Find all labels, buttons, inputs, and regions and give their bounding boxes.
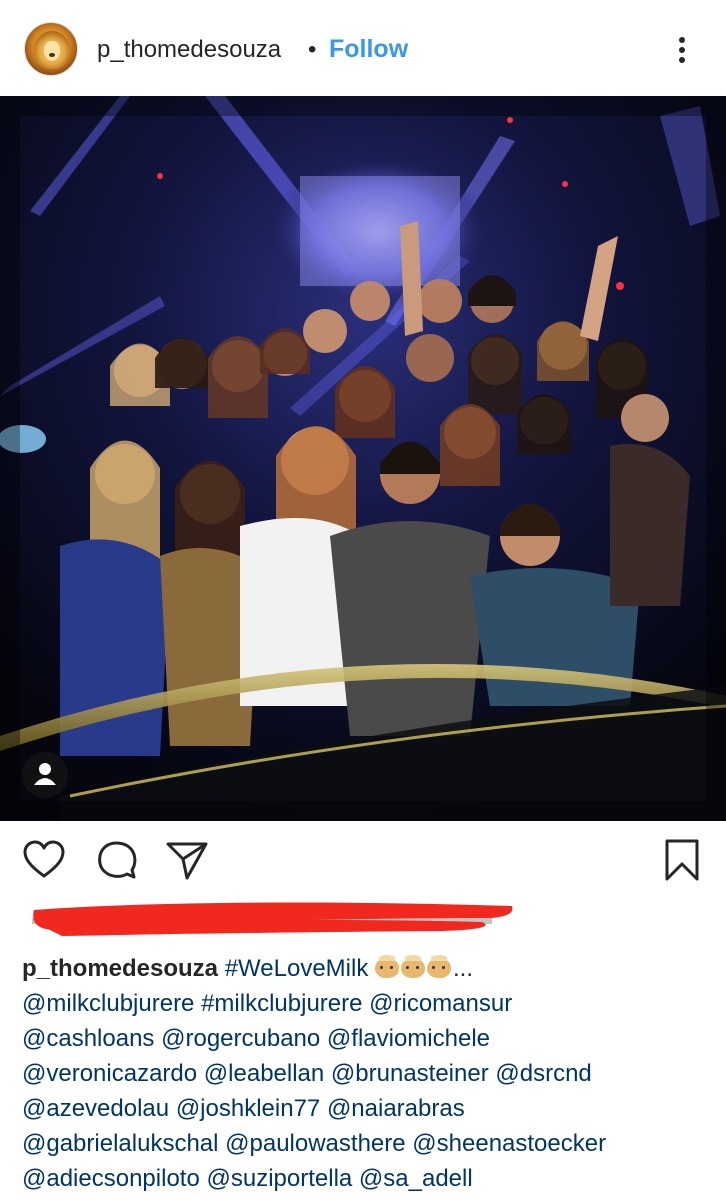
- caption-line: @adiecsonpiloto @suziportella @sa_adell: [22, 1161, 712, 1196]
- caption-line-1: p_thomedesouza #WeLoveMilk ...: [22, 951, 712, 986]
- mention-link[interactable]: @leabellan: [204, 1060, 324, 1087]
- mention-link[interactable]: @naiarabras: [327, 1095, 465, 1122]
- post-caption: p_thomedesouza #WeLoveMilk ... @milkclub…: [22, 951, 712, 1196]
- caption-line: @gabrielalukschal @paulowasthere @sheena…: [22, 1126, 712, 1161]
- more-vertical-icon[interactable]: [672, 36, 692, 64]
- post-username[interactable]: p_thomedesouza: [97, 36, 281, 64]
- mention-link[interactable]: @milkclubjurere: [22, 990, 194, 1017]
- avatar[interactable]: [24, 22, 78, 76]
- caption-line: @milkclubjurere #milkclubjurere @ricoman…: [22, 986, 712, 1021]
- cow-face-emoji: [427, 955, 451, 978]
- caption-username[interactable]: p_thomedesouza: [22, 955, 218, 982]
- post-photo[interactable]: [0, 96, 726, 821]
- mention-link[interactable]: @sa_adell: [359, 1165, 473, 1192]
- mention-link[interactable]: @paulowasthere: [225, 1130, 405, 1157]
- mention-link[interactable]: @flaviomichele: [327, 1025, 490, 1052]
- action-bar: [0, 821, 726, 901]
- caption-hashtag[interactable]: #WeLoveMilk: [225, 955, 369, 982]
- paper-plane-icon[interactable]: [165, 841, 209, 881]
- caption-ellipsis[interactable]: ...: [453, 955, 473, 982]
- mention-link[interactable]: @cashloans: [22, 1025, 154, 1052]
- hashtag-link[interactable]: #milkclubjurere: [201, 990, 362, 1017]
- mention-link[interactable]: @rogercubano: [161, 1025, 320, 1052]
- mention-link[interactable]: @suziportella: [206, 1165, 352, 1192]
- mention-link[interactable]: @veronicazardo: [22, 1060, 197, 1087]
- caption-line: @veronicazardo @leabellan @brunasteiner …: [22, 1056, 712, 1091]
- lion-nose: [49, 53, 55, 57]
- comment-icon[interactable]: [96, 840, 138, 882]
- mention-link[interactable]: @azevedolau: [22, 1095, 169, 1122]
- mention-link[interactable]: @sheenastoecker: [412, 1130, 606, 1157]
- separator-dot: •: [308, 36, 317, 63]
- club-group-photo: [0, 96, 726, 821]
- mention-link[interactable]: @brunasteiner: [331, 1060, 489, 1087]
- user-tag-icon[interactable]: [22, 752, 68, 798]
- mention-link[interactable]: @gabrielalukschal: [22, 1130, 218, 1157]
- mention-link[interactable]: @dsrcnd: [495, 1060, 591, 1087]
- heart-icon[interactable]: [22, 840, 66, 880]
- cow-face-emoji: [401, 955, 425, 978]
- mention-link[interactable]: @adiecsonpiloto: [22, 1165, 200, 1192]
- bookmark-icon[interactable]: [662, 838, 702, 882]
- post-header: p_thomedesouza • Follow: [0, 0, 726, 96]
- liked-by-redacted: [22, 900, 522, 940]
- caption-line: @cashloans @rogercubano @flaviomichele: [22, 1021, 712, 1056]
- lion-face: [44, 41, 60, 61]
- cow-face-emoji: [375, 955, 399, 978]
- mention-link[interactable]: @ricomansur: [369, 990, 512, 1017]
- mention-link[interactable]: @joshklein77: [176, 1095, 320, 1122]
- follow-button[interactable]: Follow: [329, 35, 408, 64]
- caption-line: @azevedolau @joshklein77 @naiarabras: [22, 1091, 712, 1126]
